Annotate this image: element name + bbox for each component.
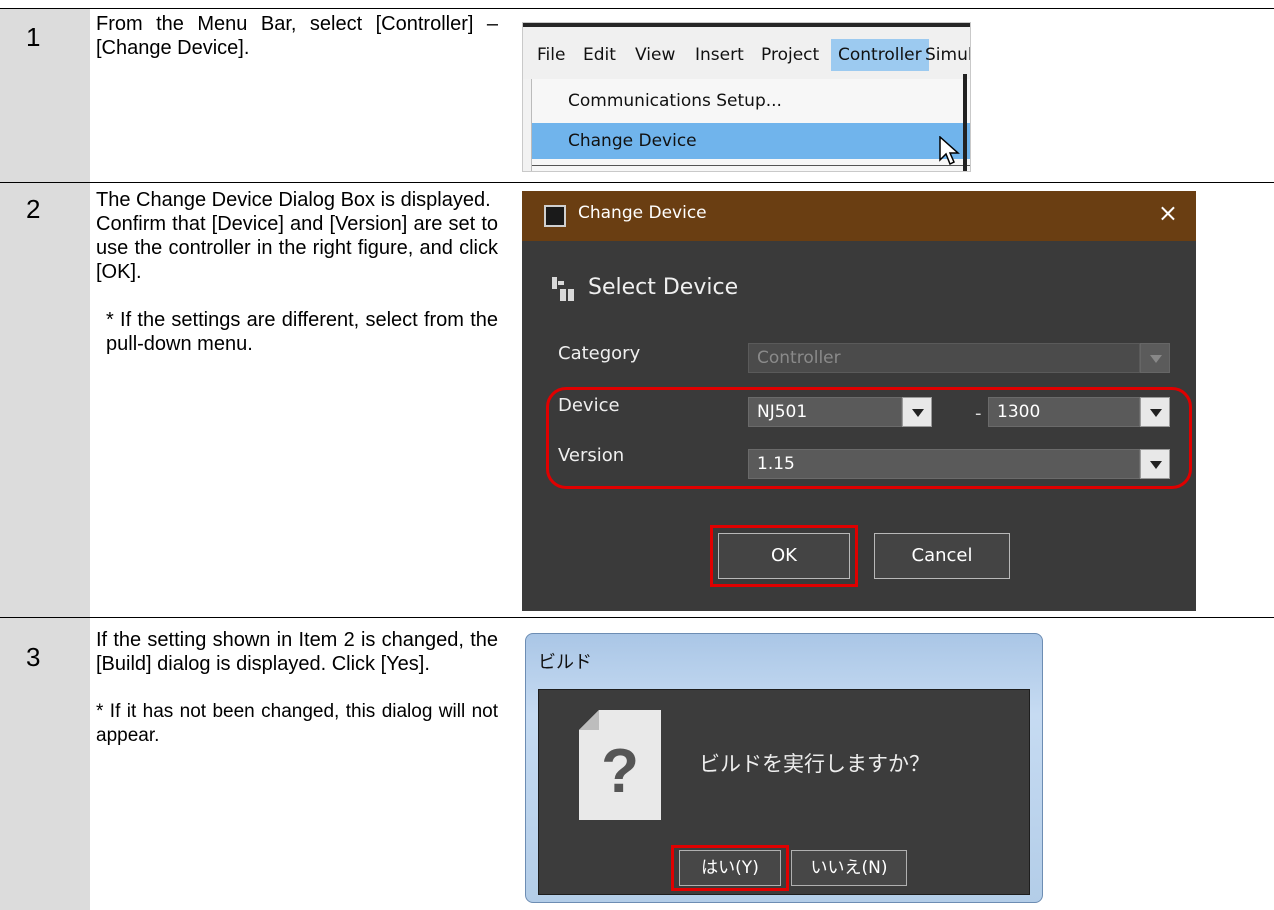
step-text: Confirm that [Device] and [Version] are … — [96, 213, 498, 283]
dialog-title: ビルド — [538, 652, 592, 673]
menu-edit[interactable]: Edit — [583, 39, 616, 71]
cancel-button[interactable]: Cancel — [874, 533, 1010, 579]
dialog-title: Change Device — [578, 203, 707, 223]
menu-screenshot: File Edit View Insert Project Controller… — [522, 22, 971, 172]
svg-text:?: ? — [601, 737, 639, 806]
step-number: 2 — [26, 194, 41, 224]
device-icon — [552, 277, 574, 301]
step-note: * If it has not been changed, this dialo… — [96, 701, 498, 746]
build-dialog-body: ? ビルドを実行しますか？ はい(Y) いいえ(N) — [538, 689, 1030, 895]
top-rule — [0, 8, 1274, 9]
menu-item-change-device[interactable]: Change Device — [532, 123, 970, 159]
step-note: * If the settings are different, select … — [106, 309, 498, 355]
menu-project[interactable]: Project — [761, 39, 819, 71]
step-number-column — [0, 9, 90, 182]
step-1-instructions: From the Menu Bar, select [Controller] –… — [96, 12, 498, 60]
dialog-titlebar: Change Device × — [522, 191, 1196, 241]
window-edge — [963, 74, 967, 171]
mouse-cursor-icon — [939, 136, 960, 166]
menu-separator — [532, 165, 970, 166]
build-message: ビルドを実行しますか？ — [699, 752, 930, 776]
menu-item-communications-setup[interactable]: Communications Setup... — [532, 83, 970, 119]
step-3-instructions: If the setting shown in Item 2 is change… — [96, 628, 498, 748]
step-number-column — [0, 618, 90, 910]
step-number-column — [0, 183, 90, 617]
no-button[interactable]: いいえ(N) — [791, 850, 907, 886]
app-icon — [544, 205, 566, 227]
close-icon[interactable]: × — [1158, 199, 1178, 227]
menu-view[interactable]: View — [635, 39, 675, 71]
category-label: Category — [558, 343, 641, 364]
row-divider — [0, 182, 1274, 183]
row-divider — [0, 617, 1274, 618]
select-device-heading: Select Device — [588, 275, 739, 300]
menu-file[interactable]: File — [537, 39, 565, 71]
controller-dropdown: Communications Setup... Change Device — [531, 79, 970, 171]
step-text: The Change Device Dialog Box is displaye… — [96, 189, 491, 211]
highlight-box — [546, 387, 1192, 489]
menu-insert[interactable]: Insert — [695, 39, 744, 71]
step-2-instructions: The Change Device Dialog Box is displaye… — [96, 188, 498, 356]
step-text: From the Menu Bar, select [Controller] –… — [96, 13, 498, 59]
highlight-box — [710, 525, 858, 587]
change-device-dialog: Change Device × Select Device Category C… — [522, 191, 1196, 611]
menu-controller[interactable]: Controller — [831, 39, 929, 71]
highlight-box — [671, 845, 789, 891]
category-select: Controller — [748, 343, 1140, 373]
question-icon: ? — [579, 710, 661, 820]
step-number: 3 — [26, 642, 41, 672]
step-number: 1 — [26, 22, 41, 52]
menu-simulation[interactable]: Simula — [925, 39, 970, 71]
build-dialog: ビルド ? ビルドを実行しますか？ はい(Y) いいえ(N) — [525, 633, 1043, 903]
chevron-down-icon — [1140, 343, 1170, 373]
step-text: If the setting shown in Item 2 is change… — [96, 629, 498, 675]
menu-bar: File Edit View Insert Project Controller… — [523, 23, 970, 79]
